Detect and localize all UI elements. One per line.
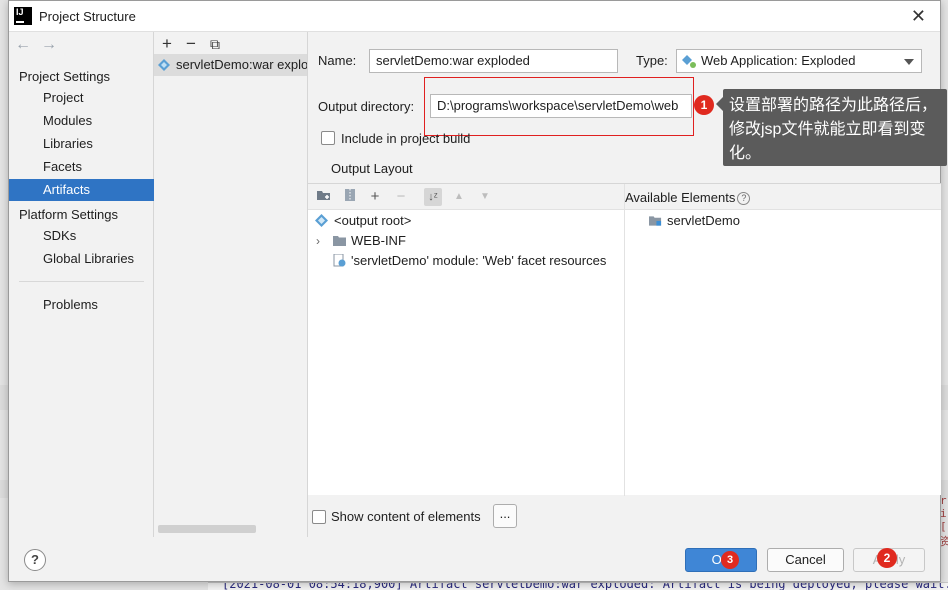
sidebar-item-artifacts[interactable]: Artifacts [9, 179, 154, 201]
forward-arrow-icon[interactable]: → [41, 36, 67, 53]
type-label: Type: [636, 53, 668, 68]
available-item-module[interactable]: servletDemo [649, 211, 740, 231]
available-elements-title: Available Elements? [625, 190, 751, 206]
type-select-value: Web Application: Exploded [701, 53, 856, 68]
artifacts-list-panel: +−⧉ servletDemo:war exploded [154, 32, 308, 537]
platform-settings-heading: Platform Settings [19, 207, 118, 222]
highlight-box [424, 77, 694, 136]
background-ide-edge: r i[资 [940, 494, 948, 548]
artifact-list-item-label: servletDemo:war exploded [176, 57, 307, 72]
app-icon-text: IJ [16, 7, 24, 17]
sidebar-item-problems[interactable]: Problems [9, 294, 154, 316]
project-settings-heading: Project Settings [19, 69, 111, 84]
artifact-list-item[interactable]: servletDemo:war exploded [154, 54, 307, 76]
help-circle-icon[interactable]: ? [737, 192, 751, 206]
sidebar-divider [19, 281, 144, 282]
sidebar: ←→ Project Settings Project Modules Libr… [9, 32, 154, 537]
chevron-right-icon[interactable]: › [316, 231, 320, 251]
background-log-text: [2021-08-01 08:54:18,900] Artifact servl… [222, 582, 948, 590]
available-item-label: servletDemo [667, 213, 740, 228]
tree-web-inf-label: WEB-INF [351, 233, 406, 248]
available-elements-header: Available Elements? [624, 184, 941, 210]
cancel-button[interactable]: Cancel [767, 548, 844, 572]
web-artifact-icon [158, 59, 170, 71]
annotation-tooltip: 设置部署的路径为此路径后，修改jsp文件就能立即看到变化。 [716, 89, 947, 166]
layout-toolbar: + − ↓ᶻ ▲ ▼ [308, 184, 624, 210]
remove-icon[interactable]: − [186, 34, 210, 54]
output-layout-panel: + − ↓ᶻ ▲ ▼ Available Elements? <output r… [308, 183, 941, 496]
tree-web-inf[interactable]: › WEB-INF [314, 231, 406, 251]
sidebar-item-sdks[interactable]: SDKs [9, 225, 154, 247]
tree-output-root-label: <output root> [334, 213, 412, 228]
sort-elements-icon[interactable]: ↓ᶻ [424, 188, 442, 206]
sidebar-item-modules[interactable]: Modules [9, 110, 154, 132]
window-title: Project Structure [39, 9, 136, 24]
folder-icon [333, 236, 346, 246]
tree-output-root[interactable]: <output root> [314, 211, 411, 231]
sidebar-item-project[interactable]: Project [9, 87, 154, 109]
available-elements-text: Available Elements [625, 190, 736, 205]
panel-divider [624, 210, 625, 496]
help-button[interactable]: ? [24, 549, 46, 571]
project-structure-dialog: IJ Project Structure ✕ ←→ Project Settin… [8, 0, 947, 582]
sidebar-item-global-libraries[interactable]: Global Libraries [9, 248, 154, 270]
annotation-badge-1: 1 [694, 95, 714, 115]
output-root-icon [315, 214, 328, 227]
nav-arrows: ←→ [15, 36, 67, 54]
annotation-badge-3: 3 [721, 551, 739, 569]
chevron-down-icon [904, 59, 914, 65]
back-arrow-icon[interactable]: ← [15, 36, 41, 53]
show-content-checkbox[interactable] [312, 510, 326, 524]
add-copy-of-icon[interactable]: + [366, 188, 384, 206]
background-log: [2021-08-01 08:54:18,900] Artifact servl… [208, 582, 948, 590]
archive-icon[interactable] [341, 188, 359, 206]
output-layout-heading: Output Layout [331, 161, 413, 176]
type-select[interactable]: Web Application: Exploded [676, 49, 922, 73]
name-field[interactable]: servletDemo:war exploded [369, 49, 618, 73]
move-down-icon[interactable]: ▼ [476, 188, 494, 206]
include-build-label: Include in project build [341, 131, 471, 146]
output-directory-label: Output directory: [318, 99, 415, 114]
move-up-icon[interactable]: ▲ [450, 188, 468, 206]
web-resource-icon [333, 254, 346, 267]
tree-facet-resources[interactable]: 'servletDemo' module: 'Web' facet resour… [314, 251, 606, 271]
artifacts-toolbar: + − ⧉ [162, 34, 234, 54]
show-content-label: Show content of elements [331, 509, 481, 524]
name-label: Name: [318, 53, 357, 68]
annotation-badge-2: 2 [877, 548, 897, 568]
intellij-app-icon: IJ [14, 7, 32, 25]
module-folder-icon [649, 216, 662, 226]
remove-element-icon[interactable]: − [392, 188, 410, 206]
more-options-button[interactable]: ... [493, 504, 517, 528]
include-build-checkbox[interactable] [321, 131, 335, 145]
new-folder-icon[interactable] [315, 188, 333, 206]
sidebar-item-libraries[interactable]: Libraries [9, 133, 154, 155]
title-bar: IJ Project Structure ✕ [9, 1, 940, 32]
web-application-icon [682, 55, 696, 68]
add-icon[interactable]: + [162, 34, 186, 54]
close-icon[interactable]: ✕ [911, 6, 926, 27]
copy-icon[interactable]: ⧉ [210, 36, 234, 53]
horizontal-scrollbar[interactable] [158, 525, 256, 533]
sidebar-item-facets[interactable]: Facets [9, 156, 154, 178]
tree-facet-resources-label: 'servletDemo' module: 'Web' facet resour… [351, 253, 607, 268]
